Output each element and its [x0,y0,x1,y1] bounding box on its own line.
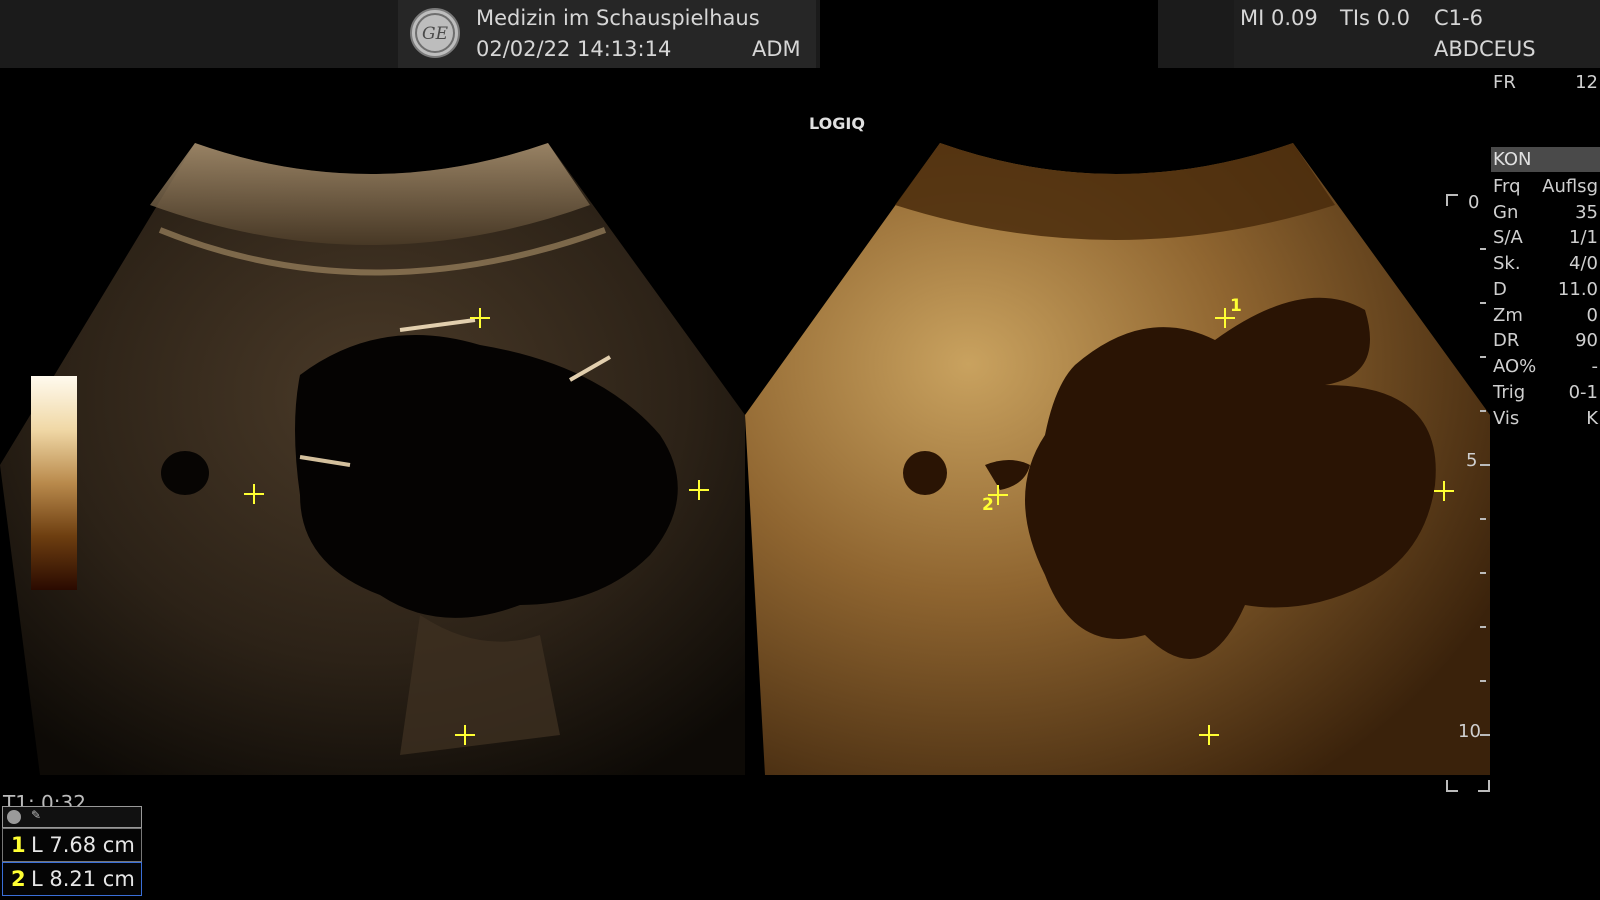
grayscale-colorbar [31,376,77,590]
param-key: Gn [1493,202,1519,223]
measurement-row[interactable]: 1 L 7.68 cm [2,828,142,862]
header-blank-area [820,0,1158,68]
measurement-number: 2 [11,867,26,891]
measurement-value: L 8.21 cm [31,867,135,891]
caliper-cursor-icon[interactable] [689,480,709,500]
depth-tick [1480,680,1486,682]
brand-label: LOGIQ [809,114,865,133]
caliper-cursor-icon[interactable] [470,308,490,328]
scale-corner-bottom-left [1446,780,1458,792]
mode-badge: KON [1491,147,1600,172]
param-value: - [1591,356,1599,377]
measurement-panel-header: ✎ [2,806,142,828]
param-value: 90 [1575,330,1598,351]
bmode-image-pane[interactable] [0,135,745,795]
caliper-cursor-icon: ✎ [31,808,42,822]
record-dot-icon [7,810,21,824]
depth-tick [1480,410,1486,412]
param-value: 11.0 [1557,279,1598,300]
depth-10: 10 [1458,721,1481,742]
measurement-number: 1 [11,833,26,857]
param-key: D [1493,279,1507,300]
operator-id: ADM [752,37,801,61]
caliper-cursor-icon[interactable] [1199,725,1219,745]
depth-tick [1480,248,1486,250]
param-key: Frq [1493,176,1521,197]
depth-tick [1480,734,1490,736]
caliper-label-2: 2 [982,495,994,515]
depth-tick [1480,626,1486,628]
param-key: Zm [1493,305,1523,326]
depth-tick [1480,356,1486,358]
frame-rate-value: 12 [1575,72,1598,93]
svg-text:GE: GE [422,24,449,44]
param-key: DR [1493,330,1520,351]
param-key: AO% [1493,356,1537,377]
param-value: K [1586,408,1598,429]
param-value: 1/1 [1569,227,1598,248]
scale-corner-top [1446,194,1458,206]
preset-name: ABDCEUS [1434,37,1536,61]
depth-tick [1480,518,1486,520]
caliper-cursor-icon[interactable] [244,484,264,504]
param-key: Sk. [1493,253,1521,274]
param-key: Trig [1493,382,1526,403]
caliper-cursor-icon[interactable] [1434,481,1454,501]
probe-name: C1-6 [1434,6,1483,30]
param-value: 4/0 [1569,253,1598,274]
depth-tick [1480,302,1486,304]
measurement-value: L 7.68 cm [31,833,135,857]
depth-tick [1480,572,1486,574]
institution-name: Medizin im Schauspielhaus [476,6,760,30]
measurement-row[interactable]: 2 L 8.21 cm [2,862,142,896]
param-key: S/A [1493,227,1523,248]
param-value: 35 [1575,202,1598,223]
mechanical-index: MI 0.09 [1240,6,1318,30]
thermal-index: TIs 0.0 [1340,6,1411,30]
param-value: 0 [1586,305,1598,326]
frame-rate-label: FR [1493,72,1516,93]
measurement-panel: ✎ 1 L 7.68 cm 2 L 8.21 cm [2,806,142,896]
param-key: Vis [1493,408,1520,429]
exam-datetime: 02/02/22 14:13:14 [476,37,672,61]
ge-logo-icon: GE [410,8,460,58]
depth-5: 5 [1466,450,1478,471]
caliper-cursor-icon[interactable] [455,725,475,745]
caliper-label-1: 1 [1230,296,1242,316]
depth-tick [1480,464,1490,466]
contrast-image-pane[interactable] [745,135,1490,795]
param-value: Auflsg [1542,176,1598,197]
scale-corner-bottom-right [1478,780,1490,792]
param-value: 0-1 [1568,382,1598,403]
depth-0: 0 [1468,192,1480,213]
